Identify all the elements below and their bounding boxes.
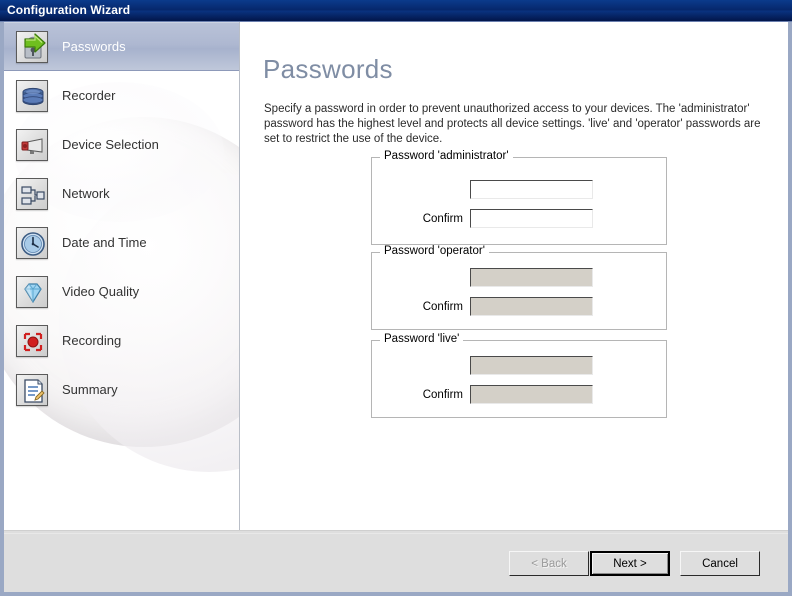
- window-frame: Passwords Recorder Device Selection Network…: [0, 22, 792, 596]
- fieldset-passwordoperator: Password 'operator' Confirm: [371, 245, 667, 330]
- sidebar-item-passwords[interactable]: Passwords: [4, 22, 239, 71]
- fieldset-legend: Password 'operator': [380, 245, 489, 257]
- confirm-row: Confirm: [372, 297, 593, 316]
- sidebar-item-label: Date and Time: [62, 235, 147, 250]
- wizard-sidebar: Passwords Recorder Device Selection Network…: [4, 22, 240, 530]
- fieldset-legend: Password 'live': [380, 333, 464, 345]
- confirm-row: Confirm: [372, 209, 593, 228]
- wizard-step-list: Passwords Recorder Device Selection Network…: [4, 22, 239, 414]
- wizard-footer: < Back Next > Cancel: [4, 530, 788, 592]
- sidebar-item-summary[interactable]: Summary: [4, 365, 239, 414]
- confirm-input-passwordlive: [470, 385, 593, 404]
- password-row: [372, 268, 593, 287]
- database-icon: [16, 79, 48, 112]
- sidebar-item-label: Passwords: [62, 39, 126, 54]
- sidebar-item-device-selection[interactable]: Device Selection: [4, 120, 239, 169]
- sidebar-item-date-and-time[interactable]: Date and Time: [4, 218, 239, 267]
- page-title: Passwords: [263, 54, 393, 84]
- padlock-arrow-icon: [16, 30, 48, 63]
- page-description: Specify a password in order to prevent u…: [264, 103, 761, 145]
- record-dot-icon: [16, 324, 48, 357]
- fieldset-passwordlive: Password 'live' Confirm: [371, 333, 667, 418]
- diamond-icon: [16, 275, 48, 308]
- window-titlebar: Configuration Wizard: [0, 0, 792, 22]
- password-input-passwordoperator: [470, 268, 593, 287]
- camera-icon: [16, 128, 48, 161]
- configuration-wizard-window: Configuration Wizard Passwords Recorder De…: [0, 0, 792, 596]
- sidebar-item-label: Summary: [62, 382, 118, 397]
- cancel-button[interactable]: Cancel: [680, 551, 760, 576]
- window-title: Configuration Wizard: [7, 3, 131, 17]
- confirm-label: Confirm: [422, 212, 463, 225]
- network-nodes-icon: [16, 177, 48, 210]
- fieldset-legend: Password 'administrator': [380, 150, 513, 162]
- wizard-content-panel: Passwords Specify a password in order to…: [240, 22, 788, 530]
- password-row: [372, 180, 593, 199]
- sidebar-item-label: Recorder: [62, 88, 116, 103]
- sidebar-item-recording[interactable]: Recording: [4, 316, 239, 365]
- sidebar-item-label: Video Quality: [62, 284, 140, 299]
- confirm-input-passwordoperator: [470, 297, 593, 316]
- sidebar-item-label: Recording: [62, 333, 122, 348]
- confirm-row: Confirm: [372, 385, 593, 404]
- back-button[interactable]: < Back: [509, 551, 589, 576]
- confirm-label: Confirm: [422, 300, 463, 313]
- document-list-icon: [16, 373, 48, 406]
- sidebar-item-label: Network: [62, 186, 110, 201]
- password-input-passwordlive: [470, 356, 593, 375]
- confirm-label: Confirm: [422, 388, 463, 401]
- sidebar-item-label: Device Selection: [62, 137, 159, 152]
- confirm-input-passwordadministrator[interactable]: [470, 209, 593, 228]
- sidebar-item-recorder[interactable]: Recorder: [4, 71, 239, 120]
- clock-icon: [16, 226, 48, 259]
- footer-divider: [4, 533, 788, 534]
- password-input-passwordadministrator[interactable]: [470, 180, 593, 199]
- sidebar-item-network[interactable]: Network: [4, 169, 239, 218]
- next-button[interactable]: Next >: [590, 551, 670, 576]
- fieldset-passwordadministrator: Password 'administrator' Confirm: [371, 150, 667, 245]
- password-row: [372, 356, 593, 375]
- sidebar-item-video-quality[interactable]: Video Quality: [4, 267, 239, 316]
